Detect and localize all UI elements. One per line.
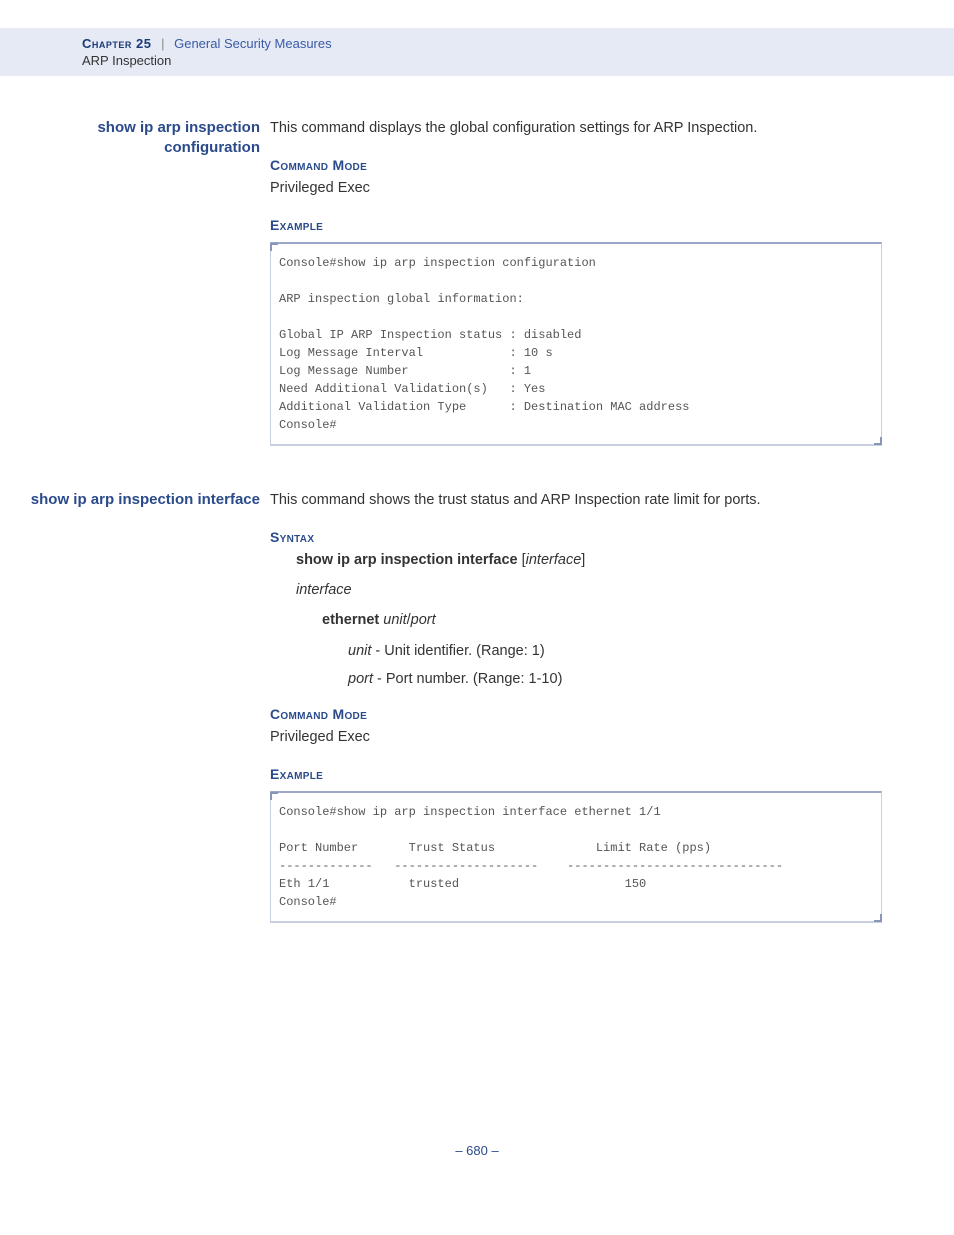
example-block: Console#show ip arp inspection interface… bbox=[270, 791, 882, 923]
syntax-param: interface bbox=[526, 552, 582, 568]
command-mode-value: Privileged Exec bbox=[270, 727, 882, 747]
syntax-unit-desc: unit - Unit identifier. (Range: 1) bbox=[348, 641, 882, 661]
command-section: show ip arp inspection interface This co… bbox=[0, 490, 954, 923]
page-header: Chapter 25 | General Security Measures A… bbox=[0, 28, 954, 76]
page-content: show ip arp inspection configuration Thi… bbox=[0, 118, 954, 923]
chapter-title: General Security Measures bbox=[174, 36, 332, 51]
syntax-port-desc: port - Port number. (Range: 1-10) bbox=[348, 669, 882, 689]
command-name: show ip arp inspection configuration bbox=[0, 118, 270, 159]
syntax-ethernet-line: ethernet unit/port bbox=[322, 610, 882, 630]
command-description: This command displays the global configu… bbox=[270, 118, 882, 138]
example-heading: Example bbox=[270, 765, 882, 785]
chapter-subtitle: ARP Inspection bbox=[82, 53, 872, 68]
example-heading: Example bbox=[270, 216, 882, 236]
page-number: – 680 – bbox=[0, 1143, 954, 1158]
syntax-command: show ip arp inspection interface bbox=[296, 552, 518, 568]
command-name: show ip arp inspection interface bbox=[0, 490, 270, 510]
chapter-line: Chapter 25 | General Security Measures bbox=[82, 36, 872, 51]
syntax-block: show ip arp inspection interface [interf… bbox=[296, 550, 882, 689]
command-mode-value: Privileged Exec bbox=[270, 178, 882, 198]
command-description: This command shows the trust status and … bbox=[270, 490, 882, 510]
command-section: show ip arp inspection configuration Thi… bbox=[0, 118, 954, 446]
command-mode-heading: Command Mode bbox=[270, 705, 882, 725]
chapter-separator: | bbox=[161, 36, 164, 51]
example-code: Console#show ip arp inspection interface… bbox=[279, 803, 873, 911]
command-mode-heading: Command Mode bbox=[270, 156, 882, 176]
example-block: Console#show ip arp inspection configura… bbox=[270, 242, 882, 446]
example-code: Console#show ip arp inspection configura… bbox=[279, 254, 873, 434]
command-body: This command displays the global configu… bbox=[270, 118, 954, 446]
syntax-interface: interface bbox=[296, 580, 882, 600]
syntax-command-line: show ip arp inspection interface [interf… bbox=[296, 550, 882, 570]
command-body: This command shows the trust status and … bbox=[270, 490, 954, 923]
syntax-heading: Syntax bbox=[270, 528, 882, 548]
chapter-label: Chapter 25 bbox=[82, 36, 151, 51]
